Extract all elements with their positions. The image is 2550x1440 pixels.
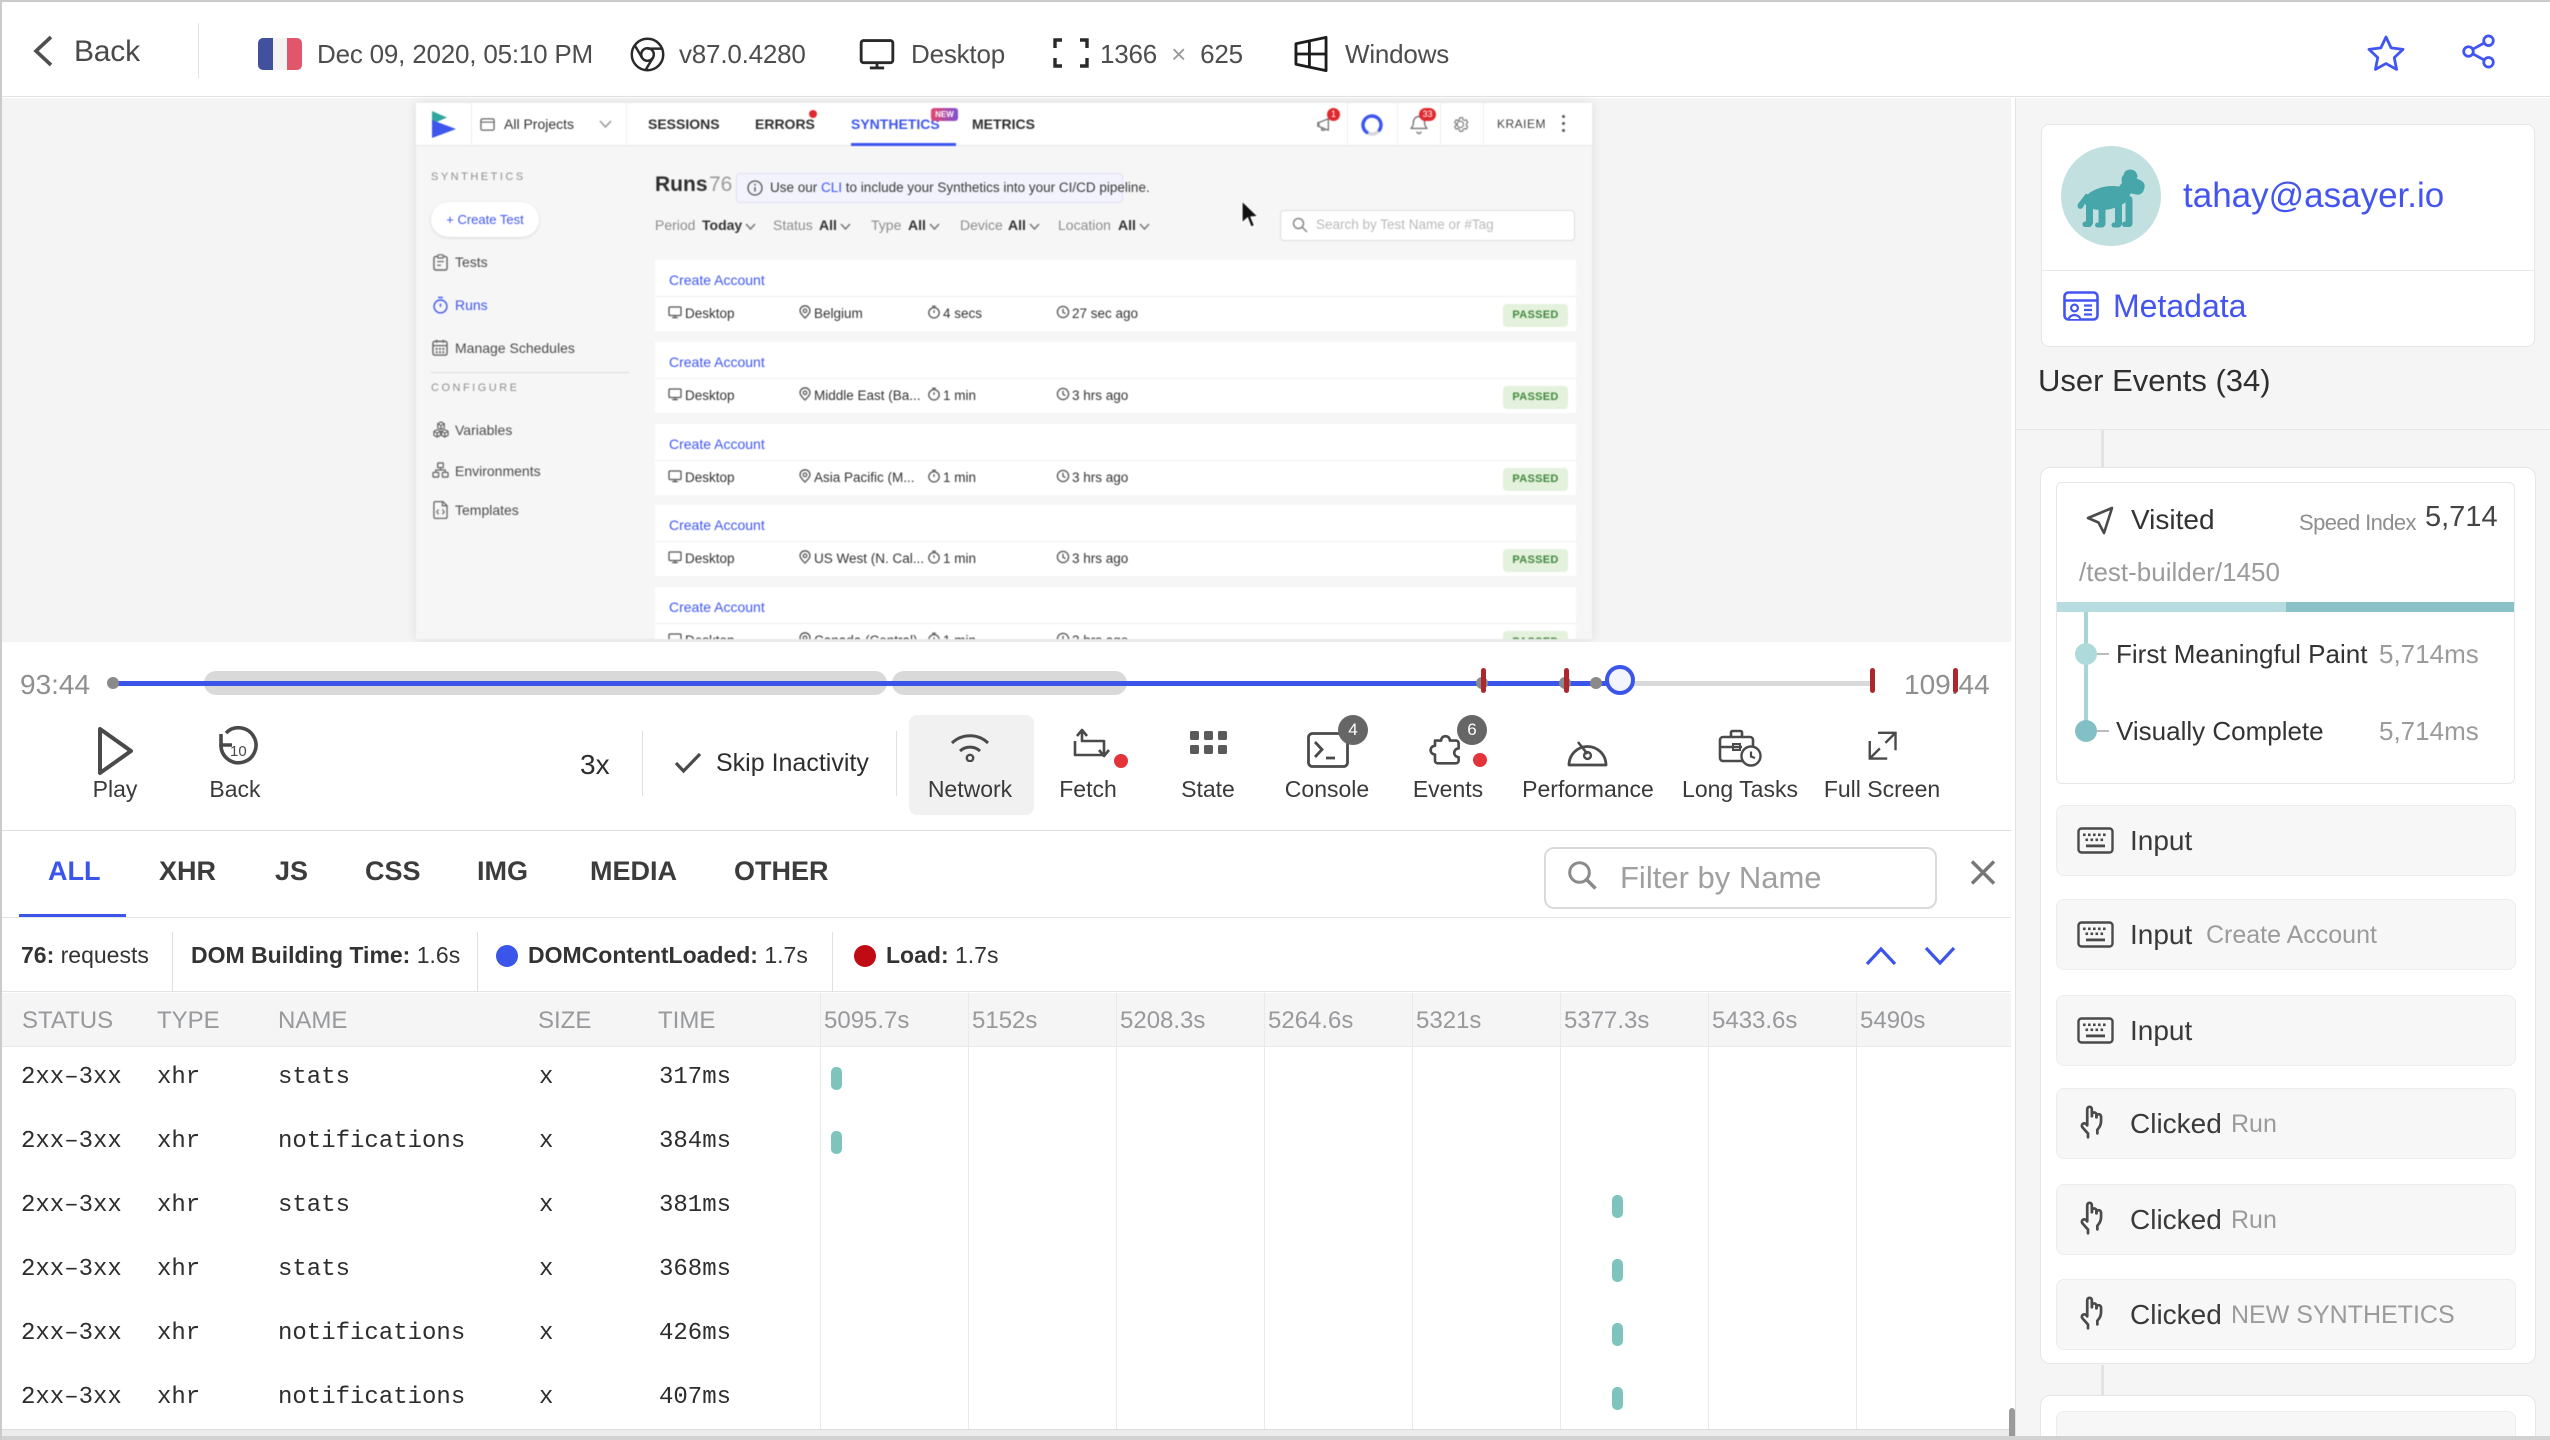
svg-text:10: 10 [230, 743, 247, 760]
